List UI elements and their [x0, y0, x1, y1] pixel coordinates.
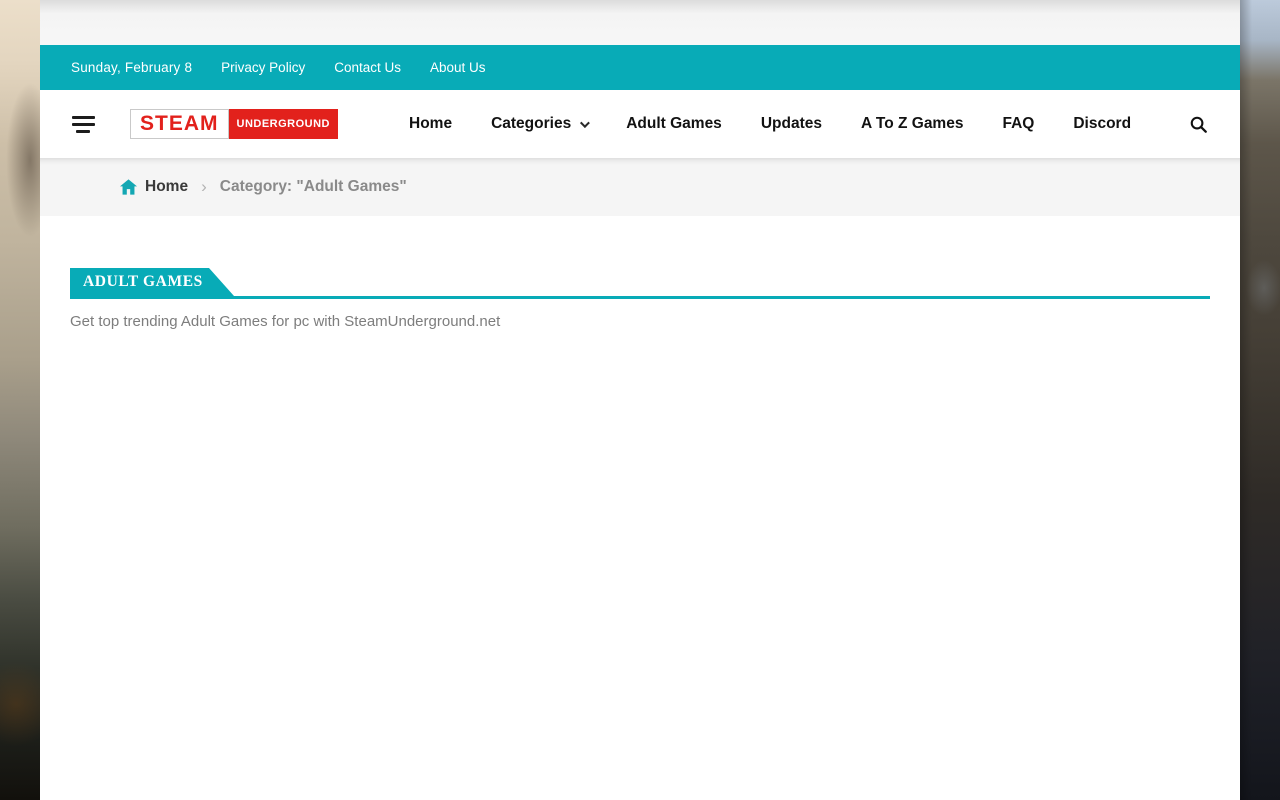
- nav-item-home[interactable]: Home: [409, 115, 452, 133]
- logo-underground-text: UNDERGROUND: [229, 109, 339, 139]
- top-spacer: [40, 0, 1240, 45]
- category-description: Get top trending Adult Games for pc with…: [70, 313, 1210, 330]
- breadcrumb-current: Category: "Adult Games": [220, 178, 407, 196]
- main-nav: Home Categories Adult Games Updates A To…: [409, 115, 1131, 133]
- search-button[interactable]: [1186, 112, 1210, 136]
- breadcrumb: Home › Category: "Adult Games": [40, 158, 1240, 216]
- main-content: ADULT GAMES Get top trending Adult Games…: [40, 216, 1240, 330]
- hamburger-menu-button[interactable]: [70, 114, 96, 134]
- background-art-left: [0, 0, 40, 800]
- nav-item-categories[interactable]: Categories: [491, 115, 587, 133]
- topbar-link-about-us[interactable]: About Us: [430, 60, 486, 75]
- home-icon: [120, 179, 137, 195]
- nav-item-discord[interactable]: Discord: [1073, 115, 1131, 133]
- search-icon: [1189, 115, 1208, 134]
- topbar-link-contact-us[interactable]: Contact Us: [334, 60, 401, 75]
- topbar-link-privacy-policy[interactable]: Privacy Policy: [221, 60, 305, 75]
- site-header: STEAM UNDERGROUND Home Categories Adult …: [40, 90, 1240, 158]
- topbar: Sunday, February 8 Privacy Policy Contac…: [40, 45, 1240, 90]
- ribbon-slant-decoration: [209, 268, 234, 296]
- site-logo[interactable]: STEAM UNDERGROUND: [130, 109, 338, 139]
- section-title-ribbon: ADULT GAMES: [70, 268, 234, 296]
- section-title: ADULT GAMES: [70, 268, 209, 296]
- nav-item-updates[interactable]: Updates: [761, 115, 822, 133]
- page-container: Sunday, February 8 Privacy Policy Contac…: [40, 0, 1240, 800]
- chevron-down-icon: [580, 118, 590, 128]
- nav-item-faq[interactable]: FAQ: [1002, 115, 1034, 133]
- breadcrumb-home-link[interactable]: Home: [120, 178, 188, 196]
- nav-item-adult-games[interactable]: Adult Games: [626, 115, 722, 133]
- breadcrumb-home-label: Home: [145, 178, 188, 196]
- date-text: Sunday, February 8: [71, 60, 192, 75]
- nav-item-a-to-z-games[interactable]: A To Z Games: [861, 115, 964, 133]
- hamburger-icon: [72, 116, 95, 119]
- section-header: ADULT GAMES: [70, 268, 1210, 299]
- breadcrumb-separator: ›: [201, 177, 207, 197]
- logo-steam-text: STEAM: [130, 109, 229, 139]
- background-art-right: [1240, 0, 1280, 800]
